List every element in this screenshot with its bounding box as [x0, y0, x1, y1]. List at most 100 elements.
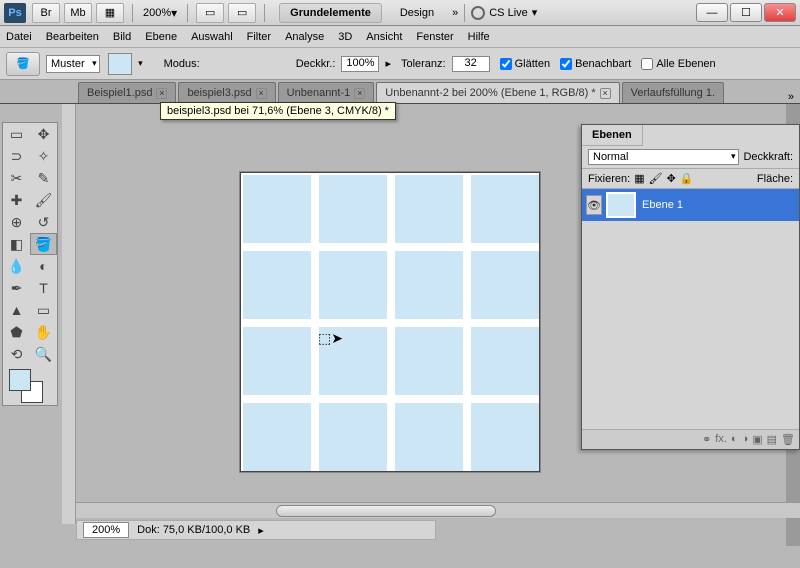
close-button[interactable]: ✕	[764, 3, 796, 22]
document-tab[interactable]: beispiel3.psd×	[178, 82, 275, 103]
maximize-button[interactable]: ☐	[730, 3, 762, 22]
panel-strip[interactable]	[62, 104, 76, 524]
separator	[464, 4, 465, 22]
rotate-view-tool[interactable]: ⟲	[3, 343, 30, 365]
layers-tab[interactable]: Ebenen	[582, 125, 643, 146]
mask-icon[interactable]: ◐	[731, 433, 738, 446]
marquee-tool[interactable]: ✥	[30, 123, 57, 145]
menu-filter[interactable]: Filter	[247, 31, 271, 43]
opacity-input[interactable]: 100%	[341, 56, 379, 72]
menu-image[interactable]: Bild	[113, 31, 131, 43]
foreground-color[interactable]	[9, 369, 31, 391]
path-select-tool[interactable]: ▲	[3, 299, 30, 321]
menu-edit[interactable]: Bearbeiten	[46, 31, 99, 43]
current-tool-icon[interactable]: 🪣	[6, 52, 40, 76]
zoom-control[interactable]: 200% ▾	[143, 6, 177, 20]
move-tool[interactable]: ▭	[3, 123, 30, 145]
minimize-button[interactable]: —	[696, 3, 728, 22]
3d-tool[interactable]: ⬟	[3, 321, 30, 343]
opacity-label: Deckkraft:	[743, 151, 793, 163]
menu-layer[interactable]: Ebene	[145, 31, 177, 43]
workspace-primary[interactable]: Grundelemente	[279, 3, 382, 23]
zoom-tool[interactable]: 🔍	[30, 343, 57, 365]
visibility-toggle-icon[interactable]: 👁	[586, 195, 602, 215]
document-tab[interactable]: Unbenannt-1×	[278, 82, 375, 103]
bucket-tool[interactable]: 🪣	[30, 233, 57, 255]
pen-tool[interactable]: ✒	[3, 277, 30, 299]
menu-3d[interactable]: 3D	[338, 31, 352, 43]
dodge-tool[interactable]: ◐	[30, 255, 57, 277]
new-layer-icon[interactable]: ▤	[767, 433, 777, 446]
layers-panel-footer: ⚭ fx. ◐ ◑ ▣ ▤ 🗑	[582, 429, 799, 449]
menu-file[interactable]: Datei	[6, 31, 32, 43]
opacity-flyout[interactable]: ▸	[385, 57, 391, 70]
separator	[132, 4, 133, 22]
document-tab[interactable]: Verlaufsfüllung 1.	[622, 82, 724, 103]
close-tab-icon[interactable]: ×	[256, 88, 267, 99]
fx-icon[interactable]: fx.	[715, 433, 727, 446]
minibridge-button[interactable]: Mb	[64, 3, 92, 23]
eyedropper-tool[interactable]: ✎	[30, 167, 57, 189]
menu-analysis[interactable]: Analyse	[285, 31, 324, 43]
history-brush-tool[interactable]: ↺	[30, 211, 57, 233]
adjustment-icon[interactable]: ◑	[742, 433, 749, 446]
layer-row[interactable]: 👁 Ebene 1	[582, 189, 799, 221]
zoom-display[interactable]: 200%	[83, 522, 129, 538]
blur-tool[interactable]: 💧	[3, 255, 30, 277]
view-extras-button[interactable]: ▭	[196, 3, 224, 23]
lock-pixels-icon[interactable]: 🖌	[649, 172, 663, 185]
heal-tool[interactable]: ✚	[3, 189, 30, 211]
type-tool[interactable]: T	[30, 277, 57, 299]
delete-layer-icon[interactable]: 🗑	[781, 433, 795, 446]
window-arrange-button[interactable]: ▦	[96, 3, 124, 23]
close-tab-icon[interactable]: ×	[354, 88, 365, 99]
lasso-tool[interactable]: ⊃	[3, 145, 30, 167]
fill-source-dropdown[interactable]: Muster	[46, 55, 100, 73]
menu-select[interactable]: Auswahl	[191, 31, 233, 43]
workspace-secondary[interactable]: Design	[390, 4, 444, 22]
status-flyout[interactable]: ▸	[258, 524, 264, 537]
workspace-more[interactable]: »	[452, 7, 458, 19]
horizontal-scrollbar[interactable]	[76, 502, 800, 518]
close-tab-icon[interactable]: ×	[600, 88, 611, 99]
stamp-tool[interactable]: ⊕	[3, 211, 30, 233]
menu-view[interactable]: Ansicht	[366, 31, 402, 43]
tolerance-input[interactable]: 32	[452, 56, 490, 72]
bridge-button[interactable]: Br	[32, 3, 60, 23]
lock-transparency-icon[interactable]: ▦	[634, 172, 644, 185]
status-bar: 200% Dok: 75,0 KB/100,0 KB ▸	[76, 520, 436, 540]
lock-label: Fixieren:	[588, 173, 630, 185]
link-layers-icon[interactable]: ⚭	[702, 433, 711, 446]
menubar: Datei Bearbeiten Bild Ebene Auswahl Filt…	[0, 26, 800, 48]
all-layers-checkbox[interactable]: Alle Ebenen	[641, 58, 715, 70]
cslive-button[interactable]: CS Live ▾	[471, 6, 537, 20]
separator	[187, 4, 188, 22]
brush-tool[interactable]: 🖌	[30, 189, 57, 211]
close-tab-icon[interactable]: ×	[156, 88, 167, 99]
layer-name[interactable]: Ebene 1	[642, 199, 683, 211]
menu-window[interactable]: Fenster	[416, 31, 453, 43]
eraser-tool[interactable]: ◧	[3, 233, 30, 255]
menu-help[interactable]: Hilfe	[468, 31, 490, 43]
blend-mode-dropdown[interactable]: Normal	[588, 149, 739, 165]
app-icon: Ps	[4, 3, 26, 23]
crop-tool[interactable]: ✂	[3, 167, 30, 189]
color-swatches[interactable]	[3, 365, 57, 405]
document-tab[interactable]: Beispiel1.psd×	[78, 82, 176, 103]
hand-tool[interactable]: ✋	[30, 321, 57, 343]
shape-tool[interactable]: ▭	[30, 299, 57, 321]
toolbox: ▭✥ ⊃✧ ✂✎ ✚🖌 ⊕↺ ◧🪣 💧◐ ✒T ▲▭ ⬟✋ ⟲🔍	[2, 122, 58, 406]
pattern-swatch[interactable]	[108, 53, 132, 75]
document-tab-active[interactable]: Unbenannt-2 bei 200% (Ebene 1, RGB/8) *×	[376, 82, 619, 103]
contiguous-checkbox[interactable]: Benachbart	[560, 58, 631, 70]
wand-tool[interactable]: ✧	[30, 145, 57, 167]
screen-mode-button[interactable]: ▭	[228, 3, 256, 23]
canvas[interactable]	[240, 172, 540, 472]
fill-label: Fläche:	[757, 173, 793, 185]
antialias-checkbox[interactable]: Glätten	[500, 58, 550, 70]
lock-position-icon[interactable]: ✥	[667, 172, 676, 185]
layer-thumbnail[interactable]	[606, 192, 636, 218]
tabs-overflow[interactable]: »	[788, 91, 794, 103]
lock-all-icon[interactable]: 🔒	[680, 172, 694, 185]
group-icon[interactable]: ▣	[752, 433, 762, 446]
